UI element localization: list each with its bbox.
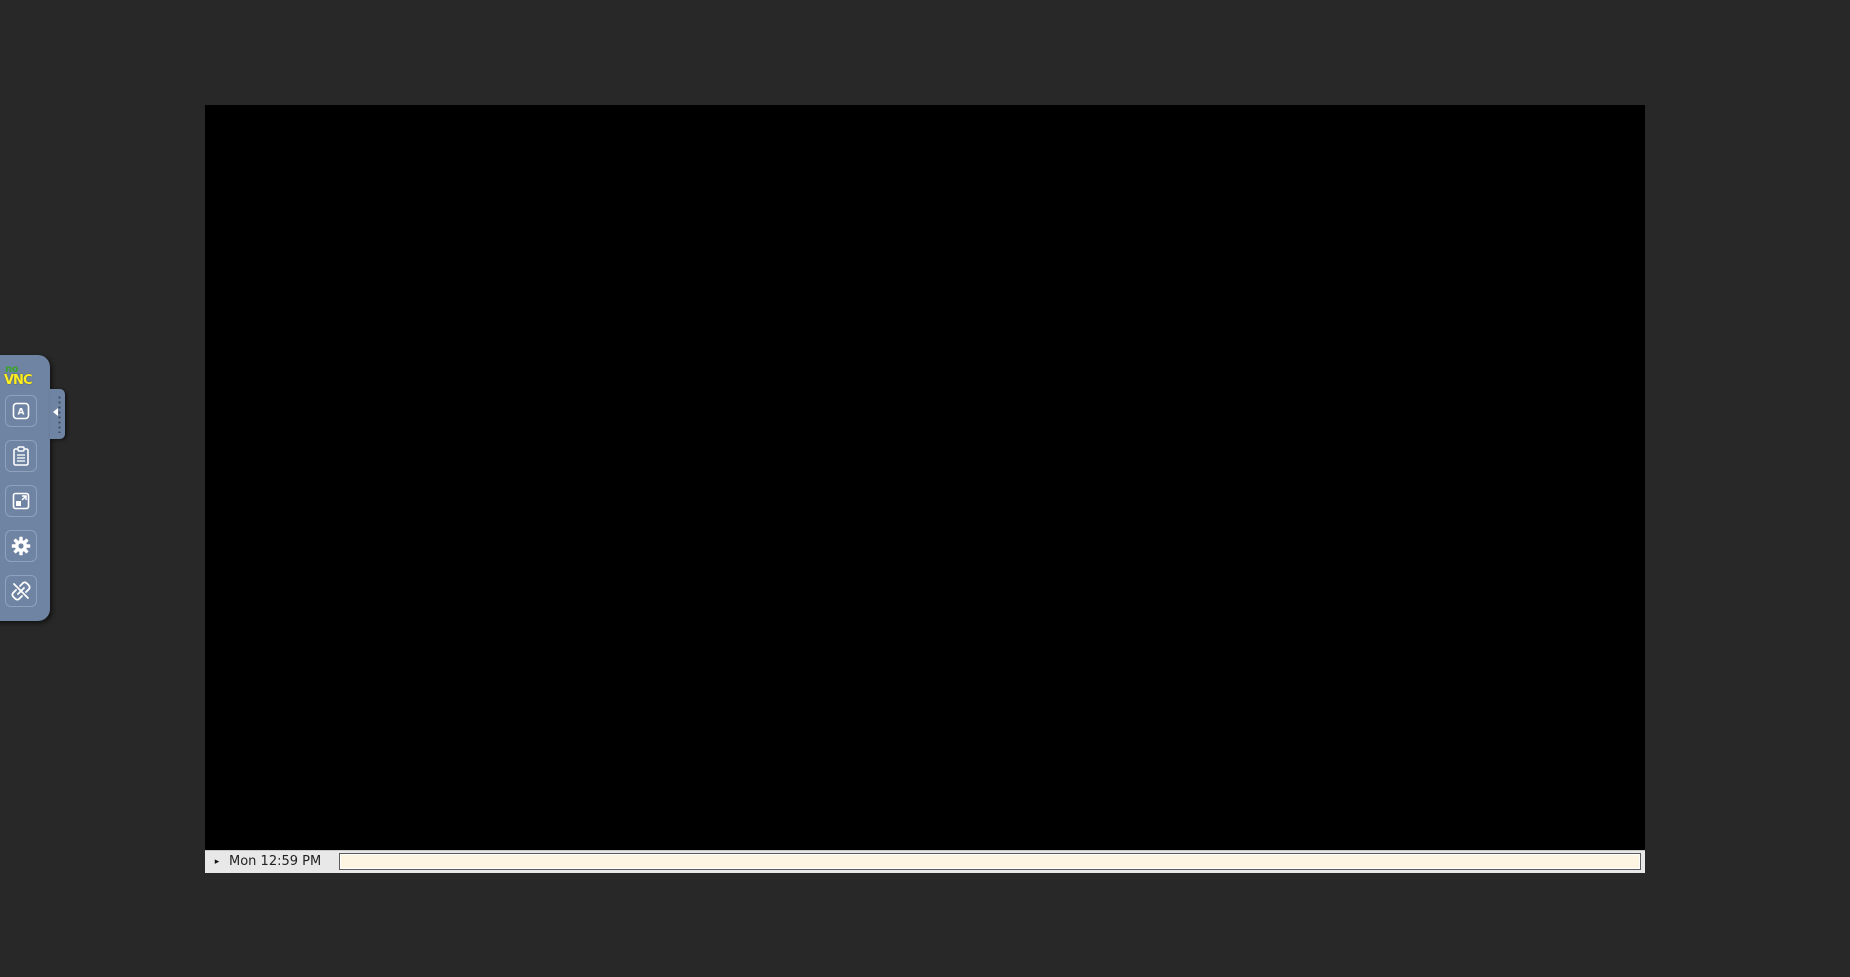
gear-icon [11,536,31,556]
control-bar-handle[interactable] [50,389,65,439]
taskbar-task-field[interactable] [339,853,1641,870]
fullscreen-icon [12,492,30,510]
disconnect-icon [11,581,31,601]
clipboard-button[interactable] [5,440,37,472]
remote-taskbar: ▸ Mon 12:59 PM [205,850,1645,873]
remote-desktop-area[interactable] [205,105,1645,850]
svg-text:A: A [18,408,25,418]
novnc-logo: no VNC [4,365,40,389]
novnc-viewport: ▸ Mon 12:59 PM no VNC A [0,0,1850,977]
logo-vnc-text: VNC [4,373,33,388]
handle-grip [58,395,61,433]
settings-button[interactable] [5,530,37,562]
taskbar-clock: Mon 12:59 PM [229,854,322,869]
fullscreen-button[interactable] [5,485,37,517]
collapse-arrow-icon [53,408,58,416]
keyboard-a-icon: A [12,402,30,420]
novnc-control-bar: no VNC A [0,355,50,621]
extra-keys-button[interactable]: A [5,395,37,427]
disconnect-button[interactable] [5,575,37,607]
clipboard-icon [12,446,30,466]
play-triangle-icon[interactable]: ▸ [211,855,223,869]
remote-screen[interactable]: ▸ Mon 12:59 PM [205,105,1645,873]
